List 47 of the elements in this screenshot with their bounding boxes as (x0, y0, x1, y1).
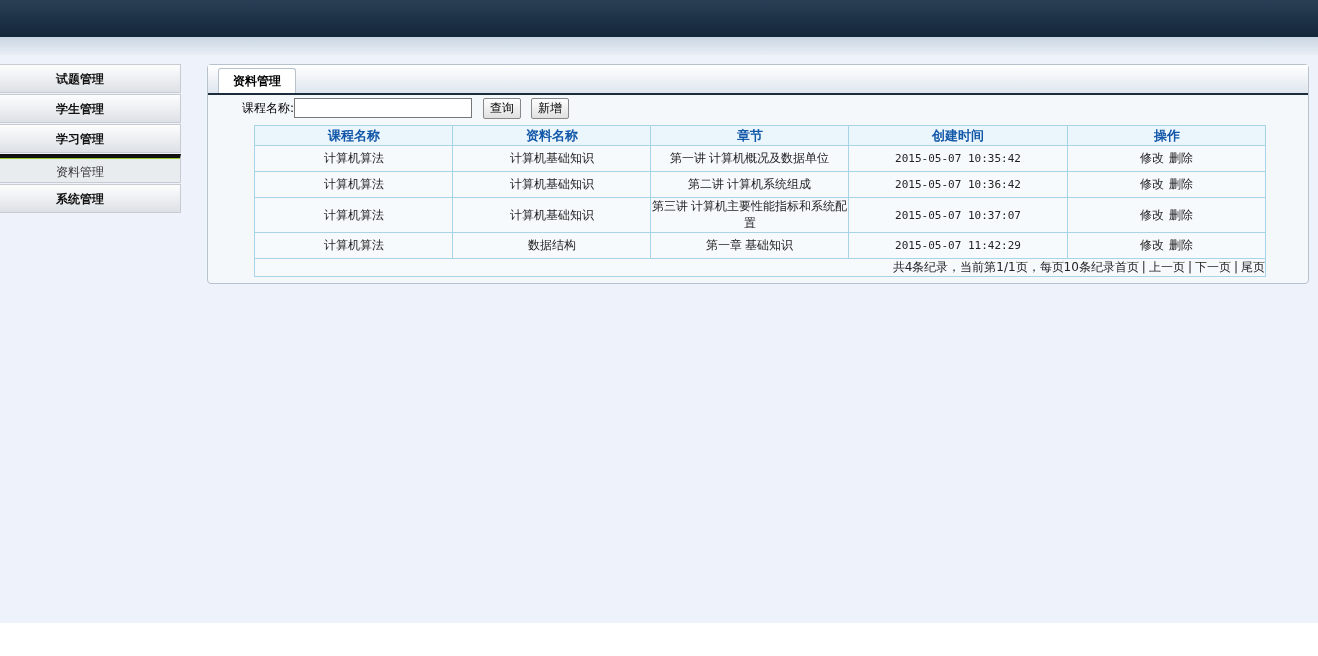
table-cell: 第一章 基础知识 (650, 232, 849, 259)
table-cell: 计算机算法 (254, 145, 453, 172)
table-cell: 2015-05-07 11:42:29 (848, 232, 1068, 259)
table-cell: 计算机基础知识 (452, 171, 651, 198)
pager-separator: | (1187, 260, 1192, 274)
search-label: 课程名称: (242, 99, 295, 117)
action-button[interactable]: 新增 (531, 97, 570, 119)
table-cell: 2015-05-07 10:37:07 (848, 197, 1068, 233)
row-action-link[interactable]: 删除 (1169, 206, 1193, 224)
table-cell: 第三讲 计算机主要性能指标和系统配置 (650, 197, 849, 233)
column-header: 创建时间 (848, 125, 1068, 146)
row-action-link[interactable]: 删除 (1169, 176, 1193, 193)
row-action-link[interactable]: 修改 (1140, 150, 1164, 167)
table-cell: 计算机算法 (254, 232, 453, 259)
column-header: 课程名称 (254, 125, 453, 146)
table-cell: 第一讲 计算机概况及数据单位 (650, 145, 849, 172)
column-header: 资料名称 (452, 125, 651, 146)
table-cell: 计算机基础知识 (452, 197, 651, 233)
table-cell: 数据结构 (452, 232, 651, 259)
menu-group[interactable]: 试题管理 (0, 64, 181, 93)
row-action-link[interactable]: 删除 (1169, 150, 1193, 167)
pager-summary: 共4条纪录，当前第1/1页，每页10条纪录 (892, 260, 1115, 274)
table-cell: 计算机算法 (254, 197, 453, 233)
course-name-field[interactable] (294, 98, 473, 118)
pager-separator: | (1141, 260, 1146, 274)
row-action-link[interactable]: 修改 (1140, 176, 1164, 193)
table-cell: 2015-05-07 10:35:42 (848, 145, 1068, 172)
menu-group[interactable]: 系统管理 (0, 184, 181, 213)
panel-tab[interactable]: 资料管理 (218, 68, 296, 93)
submenu-item[interactable]: 资料管理 (0, 154, 181, 183)
row-action-link[interactable]: 删除 (1169, 237, 1193, 254)
table-cell: 第二讲 计算机系统组成 (650, 171, 849, 198)
pager-separator: | (1233, 260, 1238, 274)
pager-link[interactable]: 尾页 (1241, 260, 1265, 274)
column-header: 操作 (1067, 125, 1266, 146)
menu-group[interactable]: 学生管理 (0, 94, 181, 123)
row-action-link[interactable]: 修改 (1140, 237, 1164, 254)
table-cell: 计算机基础知识 (452, 145, 651, 172)
menu-group[interactable]: 学习管理 (0, 124, 181, 153)
pager-link[interactable]: 首页 (1114, 260, 1139, 274)
action-button[interactable]: 查询 (483, 97, 522, 119)
pager-link[interactable]: 下一页 (1194, 260, 1231, 274)
row-action-link[interactable]: 修改 (1140, 206, 1164, 224)
pager-link[interactable]: 上一页 (1148, 260, 1185, 274)
table-cell: 2015-05-07 10:36:42 (848, 171, 1068, 198)
column-header: 章节 (650, 125, 849, 146)
table-cell: 计算机算法 (254, 171, 453, 198)
